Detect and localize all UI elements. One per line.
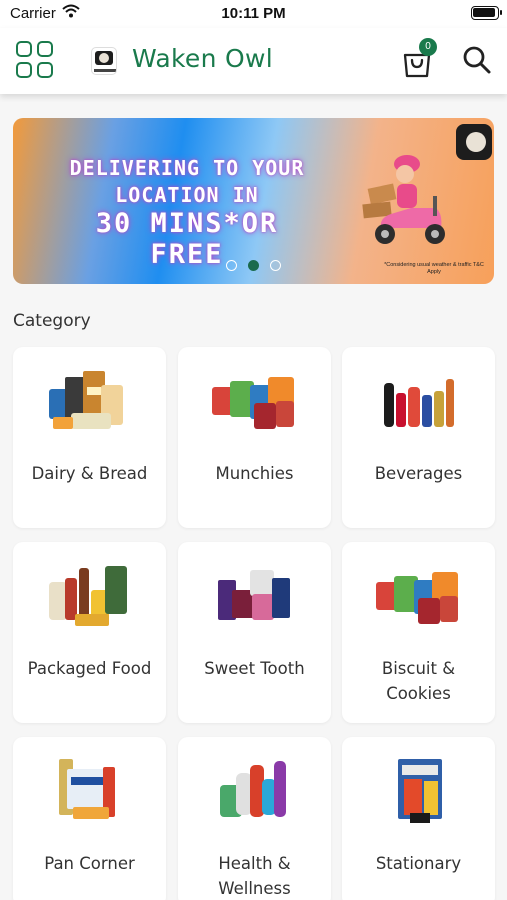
health-wellness-icon xyxy=(220,761,286,817)
category-card-dairy-bread[interactable]: Dairy & Bread xyxy=(13,347,166,528)
status-time: 10:11 PM xyxy=(221,5,286,22)
carousel-dot-3[interactable] xyxy=(270,260,281,271)
munchies-icon xyxy=(212,377,294,429)
category-section-title: Category xyxy=(13,311,91,331)
category-card-health-wellness[interactable]: Health & Wellness xyxy=(178,737,331,900)
category-card-stationary[interactable]: Stationary xyxy=(342,737,495,900)
category-card-packaged-food[interactable]: Packaged Food xyxy=(13,542,166,723)
carousel-dot-2-active[interactable] xyxy=(248,260,259,271)
category-label: Beverages xyxy=(374,464,463,483)
battery-icon xyxy=(471,6,502,20)
sweet-tooth-icon xyxy=(218,570,290,620)
dairy-bread-icon xyxy=(49,371,123,429)
promo-banner[interactable]: DELIVERING TO YOUR LOCATION IN 30 MINS*O… xyxy=(13,118,494,284)
category-label: Biscuit & Cookies xyxy=(381,659,456,703)
biscuit-cookies-icon xyxy=(376,572,458,624)
category-card-biscuit-cookies[interactable]: Biscuit & Cookies xyxy=(342,542,495,723)
cart-count-badge: 0 xyxy=(419,38,437,56)
pan-corner-icon xyxy=(59,759,115,819)
delivery-scooter-illustration xyxy=(362,155,445,244)
app-header: Waken Owl 0 xyxy=(0,28,507,94)
category-label: Dairy & Bread xyxy=(31,464,148,483)
category-label: Health & Wellness xyxy=(218,854,291,898)
banner-logo xyxy=(456,124,492,160)
status-bar: Carrier 10:11 PM xyxy=(0,0,507,28)
category-label: Sweet Tooth xyxy=(204,659,305,678)
app-title: Waken Owl xyxy=(132,44,273,73)
app-logo xyxy=(91,47,117,75)
category-label: Pan Corner xyxy=(44,854,135,873)
category-label: Stationary xyxy=(375,854,462,873)
carousel-dot-1[interactable] xyxy=(226,260,237,271)
packaged-food-icon xyxy=(49,566,127,626)
menu-grid-icon[interactable] xyxy=(16,41,54,79)
category-card-munchies[interactable]: Munchies xyxy=(178,347,331,528)
banner-footnote: *Considering usual weather & traffic T&C… xyxy=(384,262,484,276)
banner-line-1: DELIVERING TO YOUR xyxy=(69,156,305,180)
banner-line-2: LOCATION IN xyxy=(115,183,259,207)
search-icon[interactable] xyxy=(462,45,492,75)
category-label: Munchies xyxy=(215,464,294,483)
category-card-beverages[interactable]: Beverages xyxy=(342,347,495,528)
stationary-icon xyxy=(398,759,442,823)
category-card-pan-corner[interactable]: Pan Corner xyxy=(13,737,166,900)
category-label: Packaged Food xyxy=(27,659,152,678)
beverages-icon xyxy=(384,379,454,427)
category-card-sweet-tooth[interactable]: Sweet Tooth xyxy=(178,542,331,723)
